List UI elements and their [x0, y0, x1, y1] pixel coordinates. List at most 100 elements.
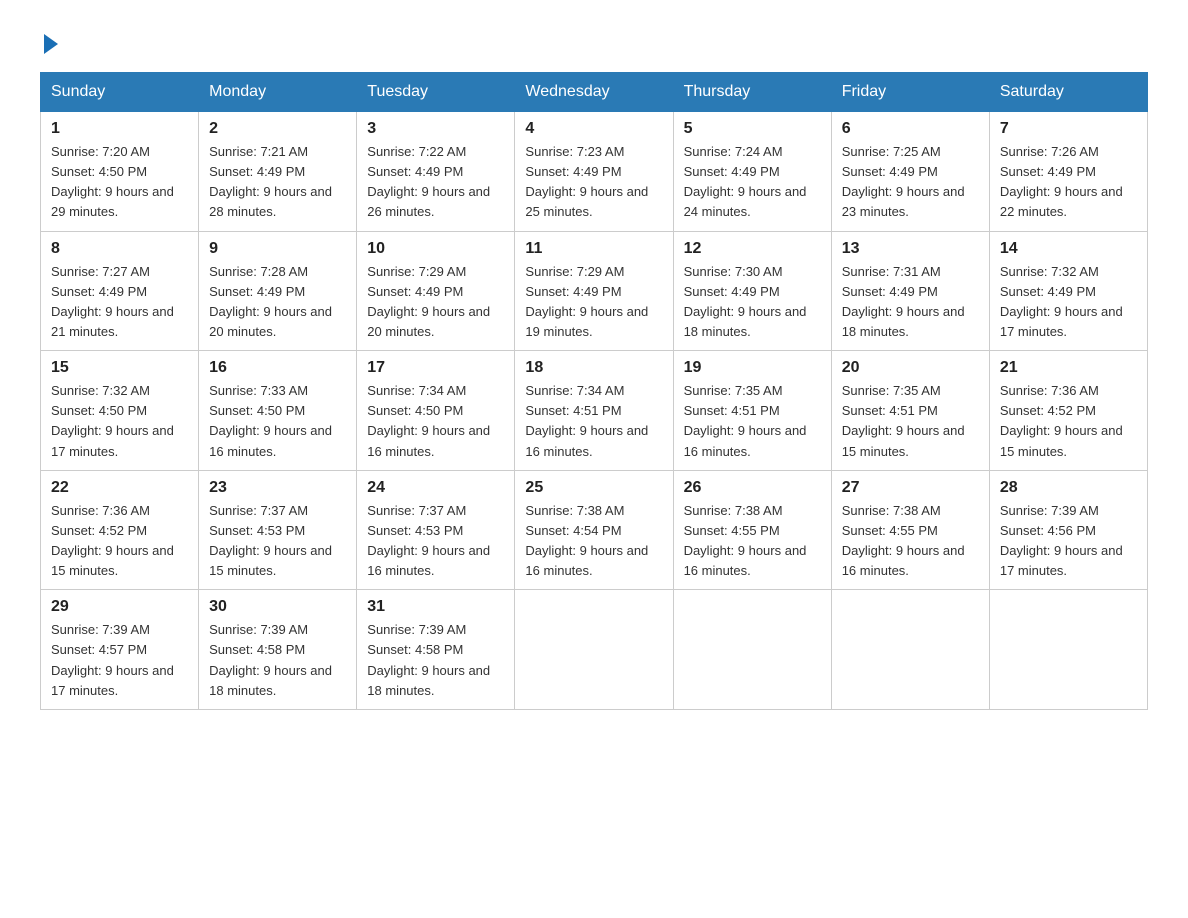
calendar-week-3: 15 Sunrise: 7:32 AMSunset: 4:50 PMDayligh…: [41, 351, 1148, 471]
day-header-saturday: Saturday: [989, 73, 1147, 112]
logo: [40, 30, 58, 52]
day-header-friday: Friday: [831, 73, 989, 112]
day-info: Sunrise: 7:21 AMSunset: 4:49 PMDaylight:…: [209, 142, 346, 223]
day-info: Sunrise: 7:26 AMSunset: 4:49 PMDaylight:…: [1000, 142, 1137, 223]
calendar-cell: 28 Sunrise: 7:39 AMSunset: 4:56 PMDayligh…: [989, 470, 1147, 590]
day-info: Sunrise: 7:23 AMSunset: 4:49 PMDaylight:…: [525, 142, 662, 223]
calendar-week-5: 29Sunrise: 7:39 AMSunset: 4:57 PMDayligh…: [41, 590, 1148, 710]
day-info: Sunrise: 7:27 AMSunset: 4:49 PMDaylight:…: [51, 262, 188, 343]
calendar-cell: 17Sunrise: 7:34 AMSunset: 4:50 PMDayligh…: [357, 351, 515, 471]
day-number: 11: [525, 240, 662, 258]
calendar-cell: 2 Sunrise: 7:21 AMSunset: 4:49 PMDaylight…: [199, 112, 357, 232]
day-number: 1: [51, 120, 188, 138]
calendar-cell: 4Sunrise: 7:23 AMSunset: 4:49 PMDaylight…: [515, 112, 673, 232]
day-number: 7: [1000, 120, 1137, 138]
day-number: 19: [684, 359, 821, 377]
day-info: Sunrise: 7:38 AMSunset: 4:54 PMDaylight:…: [525, 501, 662, 582]
calendar-cell: 22 Sunrise: 7:36 AMSunset: 4:52 PMDayligh…: [41, 470, 199, 590]
day-info: Sunrise: 7:31 AMSunset: 4:49 PMDaylight:…: [842, 262, 979, 343]
day-number: 28: [1000, 479, 1137, 497]
day-number: 16: [209, 359, 346, 377]
day-info: Sunrise: 7:39 AMSunset: 4:57 PMDaylight:…: [51, 620, 188, 701]
day-info: Sunrise: 7:22 AMSunset: 4:49 PMDaylight:…: [367, 142, 504, 223]
calendar-cell: 10 Sunrise: 7:29 AMSunset: 4:49 PMDayligh…: [357, 231, 515, 351]
calendar-cell: 21 Sunrise: 7:36 AMSunset: 4:52 PMDayligh…: [989, 351, 1147, 471]
day-number: 10: [367, 240, 504, 258]
calendar-cell: 12 Sunrise: 7:30 AMSunset: 4:49 PMDayligh…: [673, 231, 831, 351]
day-info: Sunrise: 7:37 AMSunset: 4:53 PMDaylight:…: [209, 501, 346, 582]
day-info: Sunrise: 7:32 AMSunset: 4:50 PMDaylight:…: [51, 381, 188, 462]
day-info: Sunrise: 7:29 AMSunset: 4:49 PMDaylight:…: [367, 262, 504, 343]
calendar-cell: 7 Sunrise: 7:26 AMSunset: 4:49 PMDaylight…: [989, 112, 1147, 232]
day-number: 31: [367, 598, 504, 616]
calendar-cell: 16Sunrise: 7:33 AMSunset: 4:50 PMDayligh…: [199, 351, 357, 471]
day-number: 17: [367, 359, 504, 377]
day-number: 24: [367, 479, 504, 497]
calendar-cell: 19Sunrise: 7:35 AMSunset: 4:51 PMDayligh…: [673, 351, 831, 471]
day-number: 12: [684, 240, 821, 258]
calendar-cell: [831, 590, 989, 710]
days-of-week-row: SundayMondayTuesdayWednesdayThursdayFrid…: [41, 73, 1148, 112]
day-info: Sunrise: 7:36 AMSunset: 4:52 PMDaylight:…: [1000, 381, 1137, 462]
day-number: 13: [842, 240, 979, 258]
day-number: 3: [367, 120, 504, 138]
day-number: 26: [684, 479, 821, 497]
calendar-cell: 1Sunrise: 7:20 AMSunset: 4:50 PMDaylight…: [41, 112, 199, 232]
day-info: Sunrise: 7:35 AMSunset: 4:51 PMDaylight:…: [842, 381, 979, 462]
day-info: Sunrise: 7:37 AMSunset: 4:53 PMDaylight:…: [367, 501, 504, 582]
calendar-week-2: 8 Sunrise: 7:27 AMSunset: 4:49 PMDaylight…: [41, 231, 1148, 351]
day-info: Sunrise: 7:34 AMSunset: 4:51 PMDaylight:…: [525, 381, 662, 462]
calendar-header: SundayMondayTuesdayWednesdayThursdayFrid…: [41, 73, 1148, 112]
day-number: 23: [209, 479, 346, 497]
day-info: Sunrise: 7:29 AMSunset: 4:49 PMDaylight:…: [525, 262, 662, 343]
calendar-cell: 20 Sunrise: 7:35 AMSunset: 4:51 PMDayligh…: [831, 351, 989, 471]
day-number: 21: [1000, 359, 1137, 377]
day-info: Sunrise: 7:39 AMSunset: 4:56 PMDaylight:…: [1000, 501, 1137, 582]
day-info: Sunrise: 7:32 AMSunset: 4:49 PMDaylight:…: [1000, 262, 1137, 343]
day-header-thursday: Thursday: [673, 73, 831, 112]
day-info: Sunrise: 7:36 AMSunset: 4:52 PMDaylight:…: [51, 501, 188, 582]
day-number: 30: [209, 598, 346, 616]
day-info: Sunrise: 7:24 AMSunset: 4:49 PMDaylight:…: [684, 142, 821, 223]
day-header-tuesday: Tuesday: [357, 73, 515, 112]
day-info: Sunrise: 7:38 AMSunset: 4:55 PMDaylight:…: [842, 501, 979, 582]
day-header-monday: Monday: [199, 73, 357, 112]
calendar-cell: 27 Sunrise: 7:38 AMSunset: 4:55 PMDayligh…: [831, 470, 989, 590]
day-info: Sunrise: 7:25 AMSunset: 4:49 PMDaylight:…: [842, 142, 979, 223]
calendar-cell: 11 Sunrise: 7:29 AMSunset: 4:49 PMDayligh…: [515, 231, 673, 351]
day-info: Sunrise: 7:28 AMSunset: 4:49 PMDaylight:…: [209, 262, 346, 343]
calendar-cell: 8 Sunrise: 7:27 AMSunset: 4:49 PMDaylight…: [41, 231, 199, 351]
calendar-week-1: 1Sunrise: 7:20 AMSunset: 4:50 PMDaylight…: [41, 112, 1148, 232]
calendar-cell: 14 Sunrise: 7:32 AMSunset: 4:49 PMDayligh…: [989, 231, 1147, 351]
day-number: 22: [51, 479, 188, 497]
day-header-wednesday: Wednesday: [515, 73, 673, 112]
day-number: 27: [842, 479, 979, 497]
page-header: [40, 30, 1148, 52]
calendar-cell: 30 Sunrise: 7:39 AMSunset: 4:58 PMDayligh…: [199, 590, 357, 710]
day-number: 5: [684, 120, 821, 138]
calendar-cell: 5 Sunrise: 7:24 AMSunset: 4:49 PMDaylight…: [673, 112, 831, 232]
calendar-cell: 15 Sunrise: 7:32 AMSunset: 4:50 PMDayligh…: [41, 351, 199, 471]
day-info: Sunrise: 7:39 AMSunset: 4:58 PMDaylight:…: [209, 620, 346, 701]
calendar-cell: 3 Sunrise: 7:22 AMSunset: 4:49 PMDaylight…: [357, 112, 515, 232]
day-info: Sunrise: 7:30 AMSunset: 4:49 PMDaylight:…: [684, 262, 821, 343]
day-number: 14: [1000, 240, 1137, 258]
day-number: 20: [842, 359, 979, 377]
day-number: 15: [51, 359, 188, 377]
calendar-cell: 13 Sunrise: 7:31 AMSunset: 4:49 PMDayligh…: [831, 231, 989, 351]
day-number: 9: [209, 240, 346, 258]
day-number: 8: [51, 240, 188, 258]
calendar-cell: 25Sunrise: 7:38 AMSunset: 4:54 PMDayligh…: [515, 470, 673, 590]
day-number: 2: [209, 120, 346, 138]
calendar-cell: 6 Sunrise: 7:25 AMSunset: 4:49 PMDaylight…: [831, 112, 989, 232]
day-number: 6: [842, 120, 979, 138]
calendar-cell: 18 Sunrise: 7:34 AMSunset: 4:51 PMDayligh…: [515, 351, 673, 471]
day-number: 18: [525, 359, 662, 377]
calendar-body: 1Sunrise: 7:20 AMSunset: 4:50 PMDaylight…: [41, 112, 1148, 710]
logo-arrow-icon: [44, 34, 58, 54]
day-info: Sunrise: 7:39 AMSunset: 4:58 PMDaylight:…: [367, 620, 504, 701]
day-header-sunday: Sunday: [41, 73, 199, 112]
calendar-table: SundayMondayTuesdayWednesdayThursdayFrid…: [40, 72, 1148, 710]
calendar-cell: [515, 590, 673, 710]
calendar-cell: 31 Sunrise: 7:39 AMSunset: 4:58 PMDayligh…: [357, 590, 515, 710]
